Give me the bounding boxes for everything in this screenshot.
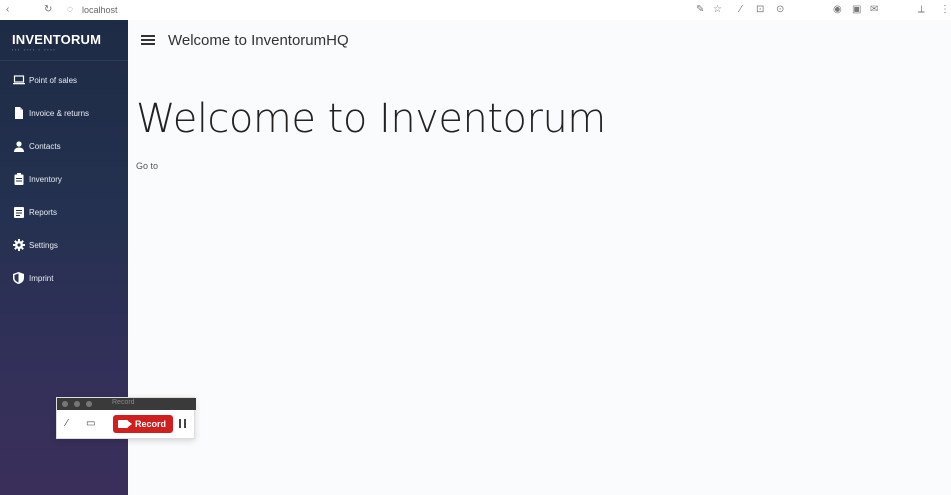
extension-green-icon[interactable]: ◉ (833, 3, 842, 17)
sidebar-item-label: Reports (29, 207, 58, 217)
sidebar-item-contacts[interactable]: Contacts (0, 131, 128, 161)
sidebar-divider (0, 60, 128, 61)
sidebar-item-point-of-sales[interactable]: Point of sales (0, 65, 128, 95)
page-title: Welcome to InventorumHQ (168, 32, 349, 49)
sidebar-item-label: Point of sales (29, 75, 78, 85)
tab-icon[interactable]: ⊡ (756, 3, 764, 17)
sidebar-item-invoice-returns[interactable]: Invoice & returns (0, 98, 128, 128)
pen-icon[interactable]: ⁄ (740, 3, 742, 17)
sidebar-item-reports[interactable]: Reports (0, 197, 128, 227)
brand-logo[interactable]: INVENTORUM (12, 32, 101, 47)
sidebar-item-settings[interactable]: Settings (0, 230, 128, 260)
site-info-icon[interactable]: ◌ (67, 3, 73, 17)
back-arrow-icon[interactable]: ‹ (6, 3, 9, 17)
minimize-dot-icon[interactable] (74, 401, 80, 407)
gear-icon (12, 239, 25, 252)
sidebar-item-label: Inventory (29, 174, 62, 184)
laptop-icon (12, 74, 25, 87)
close-dot-icon[interactable] (62, 401, 68, 407)
record-button[interactable]: Record (113, 415, 173, 433)
maximize-dot-icon[interactable] (86, 401, 92, 407)
record-widget: Record ⁄ ▭ Record (56, 397, 196, 439)
shield-icon (12, 272, 25, 285)
sidebar-item-inventory[interactable]: Inventory (0, 164, 128, 194)
media-icon[interactable]: ⊙ (776, 3, 784, 17)
extension-badge-icon[interactable]: ▣ (852, 3, 861, 17)
reload-icon[interactable]: ↻ (44, 3, 52, 17)
clipboard-icon (12, 173, 25, 186)
brand-tagline-decoration: ▪▪▪ ▪▪▪▪ ▪ ▪▪▪▪ (12, 47, 57, 52)
browser-toolbar: ‹ ↻ ◌ localhost ✎ ☆ ⁄ ⊡ ⊙ ◉ ▣ ✉ ⟂ ⋮ (0, 0, 951, 20)
star-icon[interactable]: ☆ (713, 3, 722, 17)
record-widget-titlebar[interactable]: Record (57, 398, 196, 410)
sidebar-item-label: Invoice & returns (29, 108, 90, 118)
extension-icon[interactable]: ✎ (696, 3, 704, 17)
person-icon (12, 140, 25, 153)
sidebar-item-label: Settings (29, 240, 58, 250)
record-widget-title: Record (112, 399, 135, 406)
address-bar[interactable]: localhost (82, 3, 118, 17)
go-to-link[interactable]: Go to (136, 161, 158, 171)
hamburger-menu-icon[interactable] (141, 35, 155, 47)
menu-dots-icon[interactable]: ⋮ (940, 3, 950, 17)
pause-icon[interactable] (179, 419, 187, 428)
pen-tool-icon[interactable]: ⁄ (66, 418, 68, 429)
camera-icon (118, 420, 132, 428)
rectangle-tool-icon[interactable]: ▭ (86, 418, 95, 429)
sidebar-item-imprint[interactable]: Imprint (0, 263, 128, 293)
document-icon (12, 107, 25, 120)
list-icon (12, 206, 25, 219)
sidebar-item-label: Contacts (29, 141, 61, 151)
gmail-icon[interactable]: ✉ (870, 3, 878, 17)
sidebar-item-label: Imprint (29, 273, 54, 283)
extensions-icon[interactable]: ⟂ (918, 3, 925, 17)
record-button-label: Record (135, 419, 167, 429)
welcome-heading: Welcome to Inventorum (136, 96, 606, 142)
